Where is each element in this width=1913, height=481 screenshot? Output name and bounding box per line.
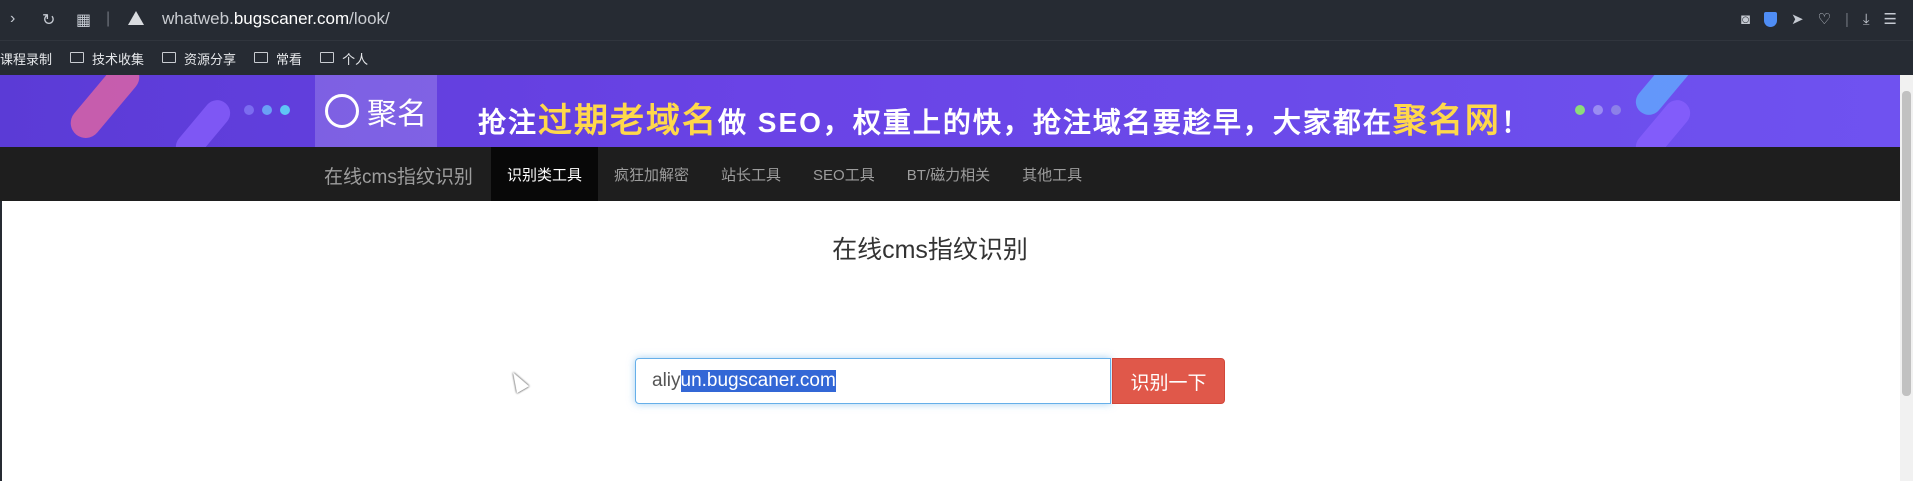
ad-banner[interactable]: 聚名 抢注过期老域名做 SEO，权重上的快，抢注域名要趁早，大家都在聚名网！ — [0, 75, 1900, 147]
mouse-cursor-icon — [506, 368, 530, 394]
page-scrollbar[interactable] — [1900, 75, 1913, 481]
nav-menu: 识别类工具 疯狂加解密 站长工具 SEO工具 BT/磁力相关 其他工具 — [491, 147, 1098, 201]
toolbar-divider: | — [106, 10, 111, 27]
scrollbar-thumb[interactable] — [1902, 91, 1911, 396]
bookmark-folder[interactable]: 资源分享 — [162, 49, 236, 68]
nav-item-other[interactable]: 其他工具 — [1006, 147, 1098, 201]
send-icon[interactable]: ➤ — [1791, 10, 1804, 28]
banner-decoration — [64, 75, 146, 145]
logo-icon — [325, 94, 359, 128]
address-bar[interactable]: whatweb.bugscaner.com/look/ — [162, 9, 390, 29]
download-icon[interactable]: ⤓ — [1863, 11, 1870, 28]
tabs-grid-icon[interactable]: ▦ — [76, 10, 91, 30]
bookmark-label: 个人 — [342, 51, 369, 67]
forward-icon[interactable]: › — [10, 10, 15, 28]
divider: | — [1845, 10, 1849, 28]
nav-item-bt-magnet[interactable]: BT/磁力相关 — [891, 147, 1006, 201]
shield-icon[interactable] — [1763, 11, 1777, 27]
not-secure-icon[interactable] — [128, 11, 144, 25]
bookmark-folder[interactable]: 技术收集 — [70, 49, 144, 68]
reload-icon[interactable]: ↻ — [42, 10, 55, 30]
folder-icon — [320, 51, 335, 63]
input-text: aliy — [652, 370, 681, 391]
banner-decoration — [170, 94, 236, 147]
bookmark-label: 技术收集 — [92, 51, 145, 67]
nav-item-seo[interactable]: SEO工具 — [797, 147, 891, 201]
camera-icon[interactable]: ◙ — [1741, 11, 1750, 28]
page-title: 在线cms指纹识别 — [832, 236, 1028, 264]
heart-icon[interactable]: ♡ — [1818, 10, 1831, 28]
nav-item-identify-tools[interactable]: 识别类工具 — [491, 147, 599, 201]
site-navbar: 在线cms指纹识别 识别类工具 疯狂加解密 站长工具 SEO工具 BT/磁力相关… — [0, 147, 1900, 201]
identify-button[interactable]: 识别一下 — [1112, 358, 1225, 404]
nav-item-webmaster[interactable]: 站长工具 — [705, 147, 797, 201]
banner-dots — [244, 105, 290, 115]
input-selected-text: un.bugscaner.com — [680, 370, 836, 392]
folder-icon — [70, 51, 85, 63]
bookmarks-bar: 课程录制 技术收集 资源分享 常看 个人 — [0, 40, 1913, 75]
bookmark-label: 资源分享 — [184, 51, 237, 67]
domain-input[interactable]: aliy un.bugscaner.com — [635, 358, 1111, 404]
bookmark-folder[interactable]: 个人 — [320, 49, 368, 68]
site-brand[interactable]: 在线cms指纹识别 — [324, 162, 473, 189]
nav-item-crypto[interactable]: 疯狂加解密 — [598, 147, 705, 201]
bookmark-label: 常看 — [276, 51, 303, 67]
browser-toolbar: › ↻ ▦ | whatweb.bugscaner.com/look/ ◙ ➤ … — [0, 0, 1913, 40]
folder-icon — [254, 51, 269, 63]
banner-dots — [1575, 105, 1621, 115]
bookmark-label: 课程录制 — [0, 51, 53, 67]
folder-icon — [162, 51, 177, 63]
settings-icon[interactable]: ☰ — [1884, 10, 1897, 28]
banner-slogan: 抢注过期老域名做 SEO，权重上的快，抢注域名要趁早，大家都在聚名网！ — [478, 102, 1531, 140]
bookmark-folder[interactable]: 常看 — [254, 49, 302, 68]
bookmark-item[interactable]: 课程录制 — [0, 49, 52, 68]
juming-logo: 聚名 — [315, 75, 437, 147]
